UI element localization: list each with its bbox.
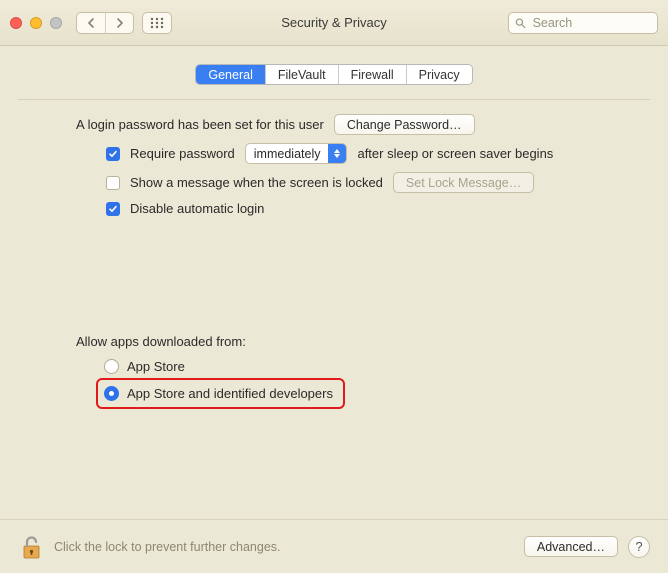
tab-general[interactable]: General xyxy=(196,65,264,84)
allow-apps-appstore-label: App Store xyxy=(127,359,185,374)
require-password-checkbox[interactable] xyxy=(106,147,120,161)
show-all-button[interactable] xyxy=(142,12,172,34)
stepper-icon xyxy=(328,144,346,163)
traffic-lights xyxy=(10,17,62,29)
check-icon xyxy=(108,149,118,159)
check-icon xyxy=(108,204,118,214)
titlebar: Security & Privacy xyxy=(0,0,668,46)
advanced-button[interactable]: Advanced… xyxy=(524,536,618,557)
search-input[interactable] xyxy=(531,15,651,31)
grid-icon xyxy=(150,17,164,29)
highlighted-option: App Store and identified developers xyxy=(96,378,345,409)
select-value: immediately xyxy=(254,147,321,161)
help-button[interactable]: ? xyxy=(628,536,650,558)
back-button[interactable] xyxy=(77,13,105,33)
general-pane: A login password has been set for this u… xyxy=(0,100,668,409)
zoom-window-button[interactable] xyxy=(50,17,62,29)
set-lock-message-button: Set Lock Message… xyxy=(393,172,534,193)
disable-auto-login-checkbox[interactable] xyxy=(106,202,120,216)
chevron-left-icon xyxy=(87,18,95,28)
allow-apps-identified-radio[interactable] xyxy=(104,386,119,401)
segmented-tabs: General FileVault Firewall Privacy xyxy=(195,64,472,85)
allow-apps-identified-label: App Store and identified developers xyxy=(127,386,333,401)
nav-buttons xyxy=(76,12,134,34)
login-password-text: A login password has been set for this u… xyxy=(76,117,324,132)
show-message-checkbox[interactable] xyxy=(106,176,120,190)
search-icon xyxy=(515,17,526,29)
tab-firewall[interactable]: Firewall xyxy=(338,65,406,84)
disable-auto-login-label: Disable automatic login xyxy=(130,201,264,216)
minimize-window-button[interactable] xyxy=(30,17,42,29)
require-password-delay-select[interactable]: immediately xyxy=(245,143,348,164)
change-password-button[interactable]: Change Password… xyxy=(334,114,475,135)
footer: Click the lock to prevent further change… xyxy=(0,519,668,573)
require-password-label-pre: Require password xyxy=(130,146,235,161)
show-message-label: Show a message when the screen is locked xyxy=(130,175,383,190)
lock-open-icon xyxy=(20,534,42,560)
search-field[interactable] xyxy=(508,12,658,34)
chevron-right-icon xyxy=(116,18,124,28)
close-window-button[interactable] xyxy=(10,17,22,29)
allow-apps-title: Allow apps downloaded from: xyxy=(76,334,644,349)
require-password-label-post: after sleep or screen saver begins xyxy=(357,146,553,161)
tab-filevault[interactable]: FileVault xyxy=(265,65,338,84)
lock-button[interactable] xyxy=(18,532,44,562)
forward-button[interactable] xyxy=(105,13,133,33)
lock-text: Click the lock to prevent further change… xyxy=(54,540,281,554)
tab-privacy[interactable]: Privacy xyxy=(406,65,472,84)
tabs-bar: General FileVault Firewall Privacy xyxy=(0,64,668,85)
allow-apps-appstore-radio[interactable] xyxy=(104,359,119,374)
